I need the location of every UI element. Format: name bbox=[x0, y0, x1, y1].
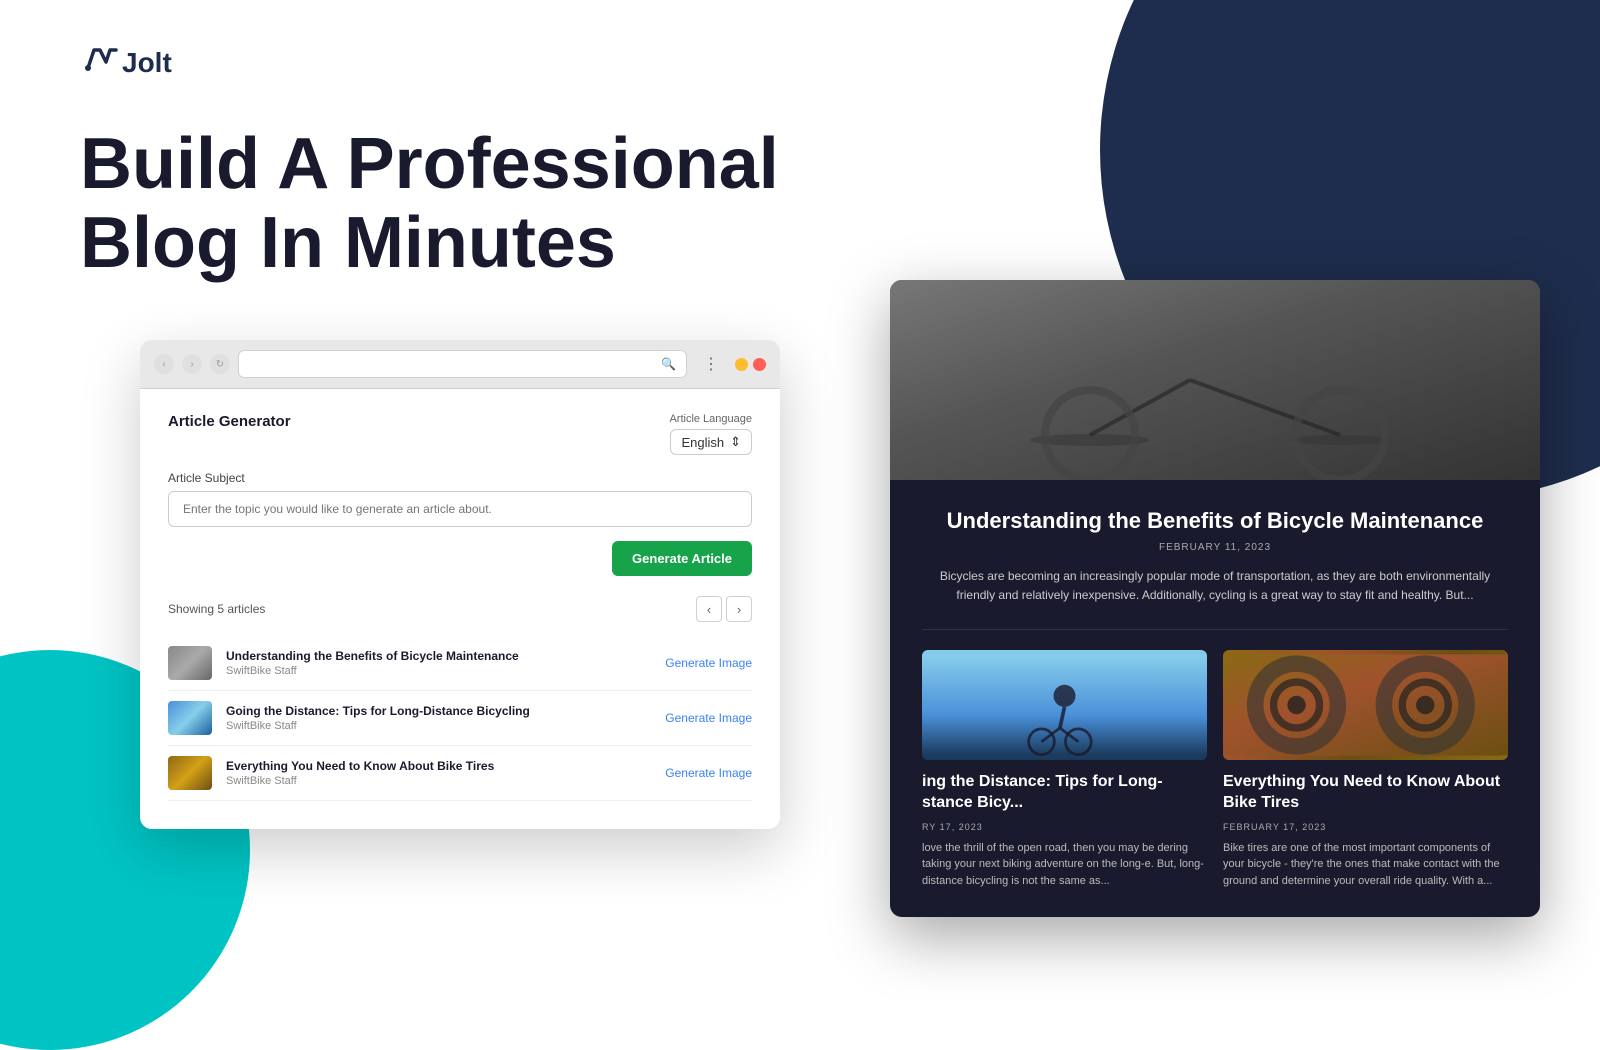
showing-articles-count: Showing 5 articles bbox=[168, 602, 265, 616]
main-headline: Build A Professional Blog In Minutes bbox=[80, 125, 830, 283]
logo: Jolt bbox=[80, 40, 1520, 85]
article-author-1: SwiftBike Staff bbox=[226, 665, 651, 677]
blog-card-right-excerpt: Bike tires are one of the most important… bbox=[1223, 840, 1508, 890]
generate-image-link-1[interactable]: Generate Image bbox=[665, 656, 752, 670]
browser-back-button[interactable]: ‹ bbox=[154, 354, 174, 374]
prev-page-button[interactable]: ‹ bbox=[696, 596, 722, 622]
blog-hero-image bbox=[890, 280, 1540, 480]
close-button[interactable] bbox=[753, 358, 766, 371]
cyclist-image bbox=[922, 650, 1207, 760]
blog-hero-post-title: Understanding the Benefits of Bicycle Ma… bbox=[922, 508, 1508, 534]
blog-content: Understanding the Benefits of Bicycle Ma… bbox=[890, 480, 1540, 917]
logo-icon bbox=[80, 40, 118, 85]
browser-address-bar[interactable]: 🔍 bbox=[238, 350, 687, 378]
browser-body: Article Generator Article Language Engli… bbox=[140, 389, 780, 829]
generate-image-link-2[interactable]: Generate Image bbox=[665, 711, 752, 725]
browser-toolbar: ‹ › ↻ 🔍 ⋮ bbox=[140, 340, 780, 389]
article-subject-label: Article Subject bbox=[168, 471, 752, 485]
blog-hero-post-excerpt: Bicycles are becoming an increasingly po… bbox=[922, 567, 1508, 605]
article-title-1: Understanding the Benefits of Bicycle Ma… bbox=[226, 649, 651, 663]
language-select[interactable]: English ⇕ bbox=[670, 429, 752, 455]
blog-divider bbox=[922, 629, 1508, 630]
blog-card-left: ing the Distance: Tips for Long-stance B… bbox=[922, 650, 1207, 889]
browser-menu-dots[interactable]: ⋮ bbox=[703, 354, 721, 374]
article-thumbnail-3 bbox=[168, 756, 212, 790]
article-author-2: SwiftBike Staff bbox=[226, 720, 651, 732]
blog-card-right-title: Everything You Need to Know About Bike T… bbox=[1223, 772, 1508, 814]
article-subject-input[interactable] bbox=[168, 491, 752, 527]
article-author-3: SwiftBike Staff bbox=[226, 775, 651, 787]
language-value: English bbox=[681, 435, 724, 450]
language-label: Article Language bbox=[669, 413, 752, 425]
article-generator-title: Article Generator bbox=[168, 413, 291, 430]
articles-list-header: Showing 5 articles ‹ › bbox=[168, 596, 752, 622]
minimize-button[interactable] bbox=[735, 358, 748, 371]
chevron-down-icon: ⇕ bbox=[730, 434, 741, 450]
article-title-3: Everything You Need to Know About Bike T… bbox=[226, 759, 651, 773]
article-thumbnail-2 bbox=[168, 701, 212, 735]
language-group: Article Language English ⇕ bbox=[669, 413, 752, 455]
blog-card-right-date: FEBRUARY 17, 2023 bbox=[1223, 822, 1508, 832]
logo-text: Jolt bbox=[122, 47, 172, 79]
generate-btn-row: Generate Article bbox=[168, 541, 752, 576]
blog-preview-mockup: Understanding the Benefits of Bicycle Ma… bbox=[890, 280, 1540, 917]
blog-card-left-excerpt: love the thrill of the open road, then y… bbox=[922, 840, 1207, 890]
traffic-lights bbox=[735, 358, 766, 371]
search-icon: 🔍 bbox=[661, 357, 676, 371]
blog-card-left-image bbox=[922, 650, 1207, 760]
generate-article-button[interactable]: Generate Article bbox=[612, 541, 752, 576]
blog-card-left-date: RY 17, 2023 bbox=[922, 822, 1207, 832]
pagination: ‹ › bbox=[696, 596, 752, 622]
next-page-button[interactable]: › bbox=[726, 596, 752, 622]
tires-image bbox=[1223, 650, 1508, 760]
browser-forward-button[interactable]: › bbox=[182, 354, 202, 374]
article-generator-header: Article Generator Article Language Engli… bbox=[168, 413, 752, 455]
generate-image-link-3[interactable]: Generate Image bbox=[665, 766, 752, 780]
article-info-3: Everything You Need to Know About Bike T… bbox=[226, 759, 651, 787]
article-item: Going the Distance: Tips for Long-Distan… bbox=[168, 691, 752, 746]
browser-refresh-button[interactable]: ↻ bbox=[210, 354, 230, 374]
article-item: Everything You Need to Know About Bike T… bbox=[168, 746, 752, 801]
article-thumbnail-1 bbox=[168, 646, 212, 680]
article-info-2: Going the Distance: Tips for Long-Distan… bbox=[226, 704, 651, 732]
blog-card-right-image bbox=[1223, 650, 1508, 760]
blog-two-col: ing the Distance: Tips for Long-stance B… bbox=[922, 650, 1508, 889]
blog-card-right: Everything You Need to Know About Bike T… bbox=[1223, 650, 1508, 889]
browser-mockup: ‹ › ↻ 🔍 ⋮ Article Generator Article Lang… bbox=[140, 340, 780, 829]
article-info-1: Understanding the Benefits of Bicycle Ma… bbox=[226, 649, 651, 677]
article-item: Understanding the Benefits of Bicycle Ma… bbox=[168, 636, 752, 691]
blog-card-left-title: ing the Distance: Tips for Long-stance B… bbox=[922, 772, 1207, 814]
blog-hero-post-date: FEBRUARY 11, 2023 bbox=[922, 542, 1508, 553]
article-title-2: Going the Distance: Tips for Long-Distan… bbox=[226, 704, 651, 718]
